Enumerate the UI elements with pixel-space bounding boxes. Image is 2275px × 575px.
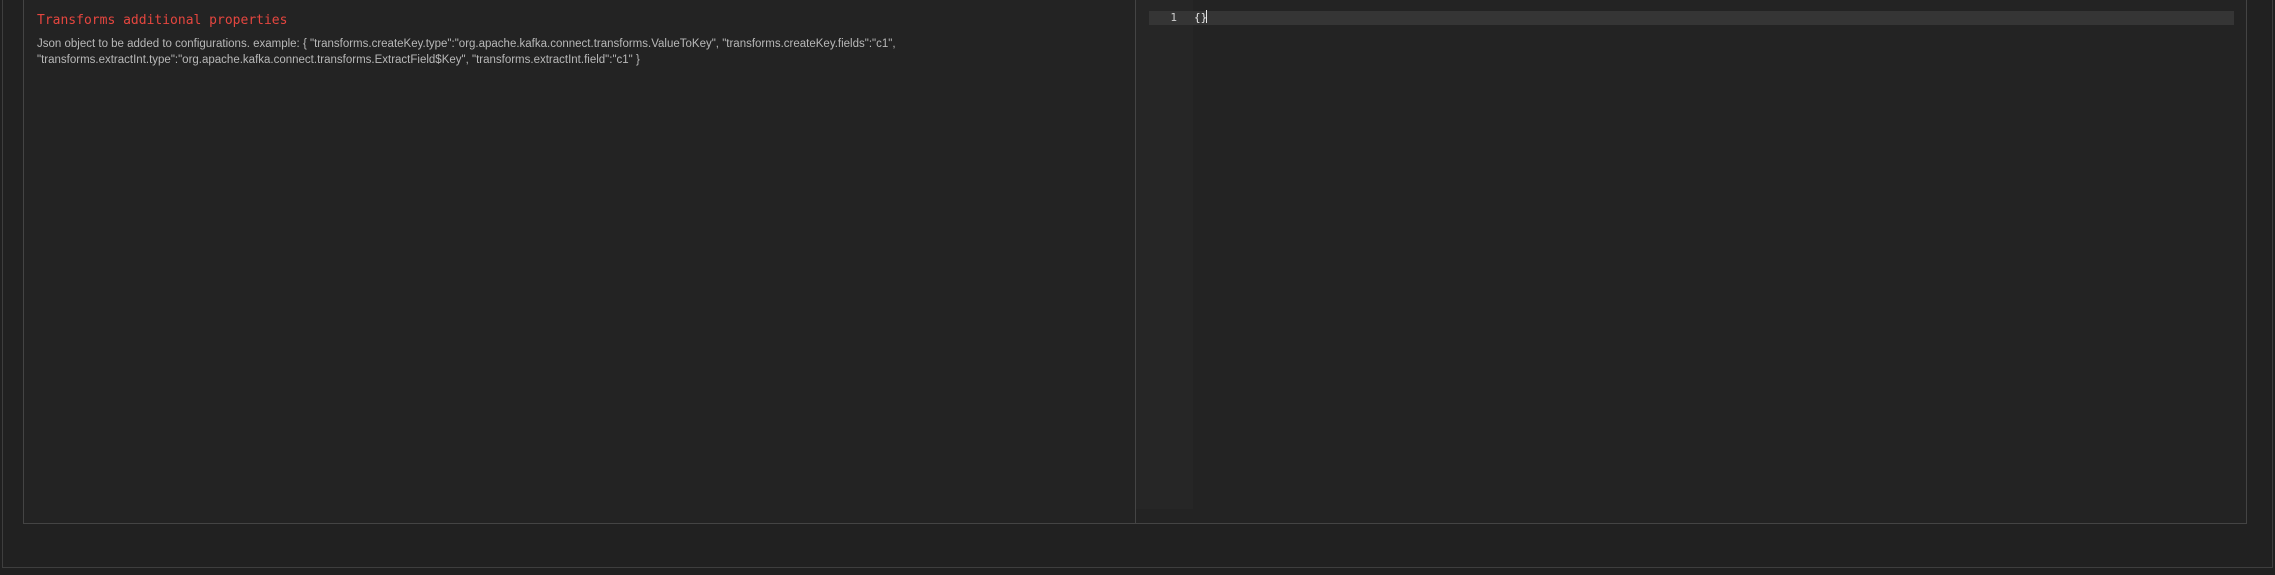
line-number: 1	[1170, 11, 1177, 24]
property-title: Transforms additional properties	[37, 13, 288, 28]
property-info: Transforms additional properties Json ob…	[24, 0, 1136, 523]
property-panel: Transforms additional properties Json ob…	[23, 0, 2247, 524]
active-line-highlight	[1149, 11, 2234, 25]
json-editor[interactable]: 1 {}	[1136, 0, 2246, 523]
code-line[interactable]: {}	[1194, 10, 1208, 26]
code-text[interactable]: {}	[1194, 11, 1207, 24]
text-cursor	[1206, 10, 1208, 23]
editor-gutter	[1136, 0, 1193, 509]
property-description: Json object to be added to configuration…	[37, 38, 896, 66]
